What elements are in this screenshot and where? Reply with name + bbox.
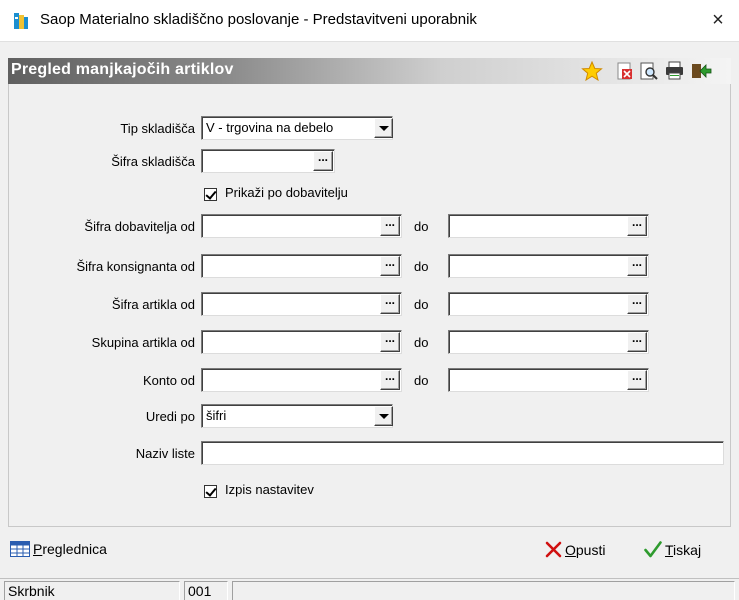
app-icon — [12, 12, 30, 30]
close-window-button[interactable]: × — [705, 8, 731, 34]
exit-icon[interactable] — [690, 61, 712, 81]
konto-to-browse-button[interactable]: ... — [627, 370, 647, 390]
status-extra — [232, 581, 735, 600]
konto-from-browse-button[interactable]: ... — [380, 370, 400, 390]
tip-skladisca-select[interactable]: V - trgovina na debelo — [201, 116, 393, 140]
preglednica-button[interactable]: Preglednica — [10, 541, 107, 565]
sifra-konsignanta-label: Šifra konsignanta od — [76, 259, 195, 274]
table-grid-icon — [10, 541, 30, 560]
window-title: Saop Materialno skladiščno poslovanje - … — [40, 11, 477, 28]
uredi-po-label: Uredi po — [145, 409, 195, 424]
prikazi-po-dobavitelju-checkbox[interactable] — [204, 188, 217, 201]
uredi-po-select[interactable]: šifri — [201, 404, 393, 428]
konto-do-label: do — [414, 373, 429, 388]
sifra-artikla-from-input[interactable] — [201, 292, 402, 316]
checkmark-icon — [644, 541, 662, 561]
tiskaj-button[interactable]: Tiskaj — [644, 541, 701, 565]
izpis-nastavitev-label: Izpis nastavitev — [225, 482, 314, 497]
naziv-liste-label: Naziv liste — [135, 446, 195, 461]
sifra-dobavitelja-do-label: do — [414, 219, 429, 234]
close-document-icon[interactable] — [614, 61, 636, 81]
sifra-dobavitelja-to-browse-button[interactable]: ... — [627, 216, 647, 236]
sifra-artikla-label: Šifra artikla od — [111, 297, 195, 312]
sifra-skladisca-browse-button[interactable]: ... — [313, 151, 333, 171]
tip-skladisca-dropdown-button[interactable] — [374, 118, 393, 138]
window-titlebar: Saop Materialno skladiščno poslovanje - … — [0, 0, 739, 42]
sifra-artikla-to-browse-button[interactable]: ... — [627, 294, 647, 314]
konto-from-input[interactable] — [201, 368, 402, 392]
prikazi-po-dobavitelju-label: Prikaži po dobavitelju — [225, 185, 348, 200]
sifra-dobavitelja-from-browse-button[interactable]: ... — [380, 216, 400, 236]
sifra-dobavitelja-to-input[interactable] — [448, 214, 649, 238]
sifra-dobavitelja-from-input[interactable] — [201, 214, 402, 238]
skupina-artikla-do-label: do — [414, 335, 429, 350]
uredi-po-dropdown-button[interactable] — [374, 406, 393, 426]
preglednica-label: reglednica — [42, 541, 107, 557]
cancel-x-icon — [545, 541, 562, 561]
preglednica-mnemonic: P — [33, 541, 43, 557]
sifra-dobavitelja-label: Šifra dobavitelja od — [84, 219, 195, 234]
skupina-artikla-to-input[interactable] — [448, 330, 649, 354]
sifra-artikla-from-browse-button[interactable]: ... — [380, 294, 400, 314]
tip-skladisca-label: Tip skladišča — [120, 121, 195, 136]
opusti-mnemonic: O — [565, 542, 576, 558]
sifra-konsignanta-do-label: do — [414, 259, 429, 274]
sifra-konsignanta-to-browse-button[interactable]: ... — [627, 256, 647, 276]
status-code: 001 — [184, 581, 228, 600]
naziv-liste-input[interactable] — [201, 441, 724, 465]
footer-separator — [8, 526, 731, 527]
skupina-artikla-from-browse-button[interactable]: ... — [380, 332, 400, 352]
sifra-artikla-do-label: do — [414, 297, 429, 312]
opusti-button[interactable]: Opusti — [545, 541, 605, 565]
skupina-artikla-from-input[interactable] — [201, 330, 402, 354]
sifra-konsignanta-from-browse-button[interactable]: ... — [380, 256, 400, 276]
konto-label: Konto od — [142, 373, 195, 388]
form-title: Pregled manjkajočih artiklov — [11, 61, 234, 78]
print-preview-icon[interactable] — [638, 61, 660, 81]
status-bar: Skrbnik 001 — [0, 578, 739, 600]
printer-icon[interactable] — [664, 61, 686, 81]
tiskaj-label: iskaj — [673, 542, 702, 558]
sifra-konsignanta-to-input[interactable] — [448, 254, 649, 278]
konto-to-input[interactable] — [448, 368, 649, 392]
skupina-artikla-to-browse-button[interactable]: ... — [627, 332, 647, 352]
form-panel: Tip skladišča V - trgovina na debelo Šif… — [8, 84, 731, 526]
status-user: Skrbnik — [4, 581, 180, 600]
form-header: Pregled manjkajočih artiklov — [8, 58, 731, 84]
star-icon[interactable] — [581, 60, 603, 82]
sifra-konsignanta-from-input[interactable] — [201, 254, 402, 278]
sifra-artikla-to-input[interactable] — [448, 292, 649, 316]
skupina-artikla-label: Skupina artikla od — [91, 335, 195, 350]
sifra-skladisca-label: Šifra skladišča — [111, 154, 195, 169]
opusti-label: pusti — [575, 542, 606, 558]
izpis-nastavitev-checkbox[interactable] — [204, 485, 217, 498]
tiskaj-mnemonic: T — [665, 542, 674, 558]
